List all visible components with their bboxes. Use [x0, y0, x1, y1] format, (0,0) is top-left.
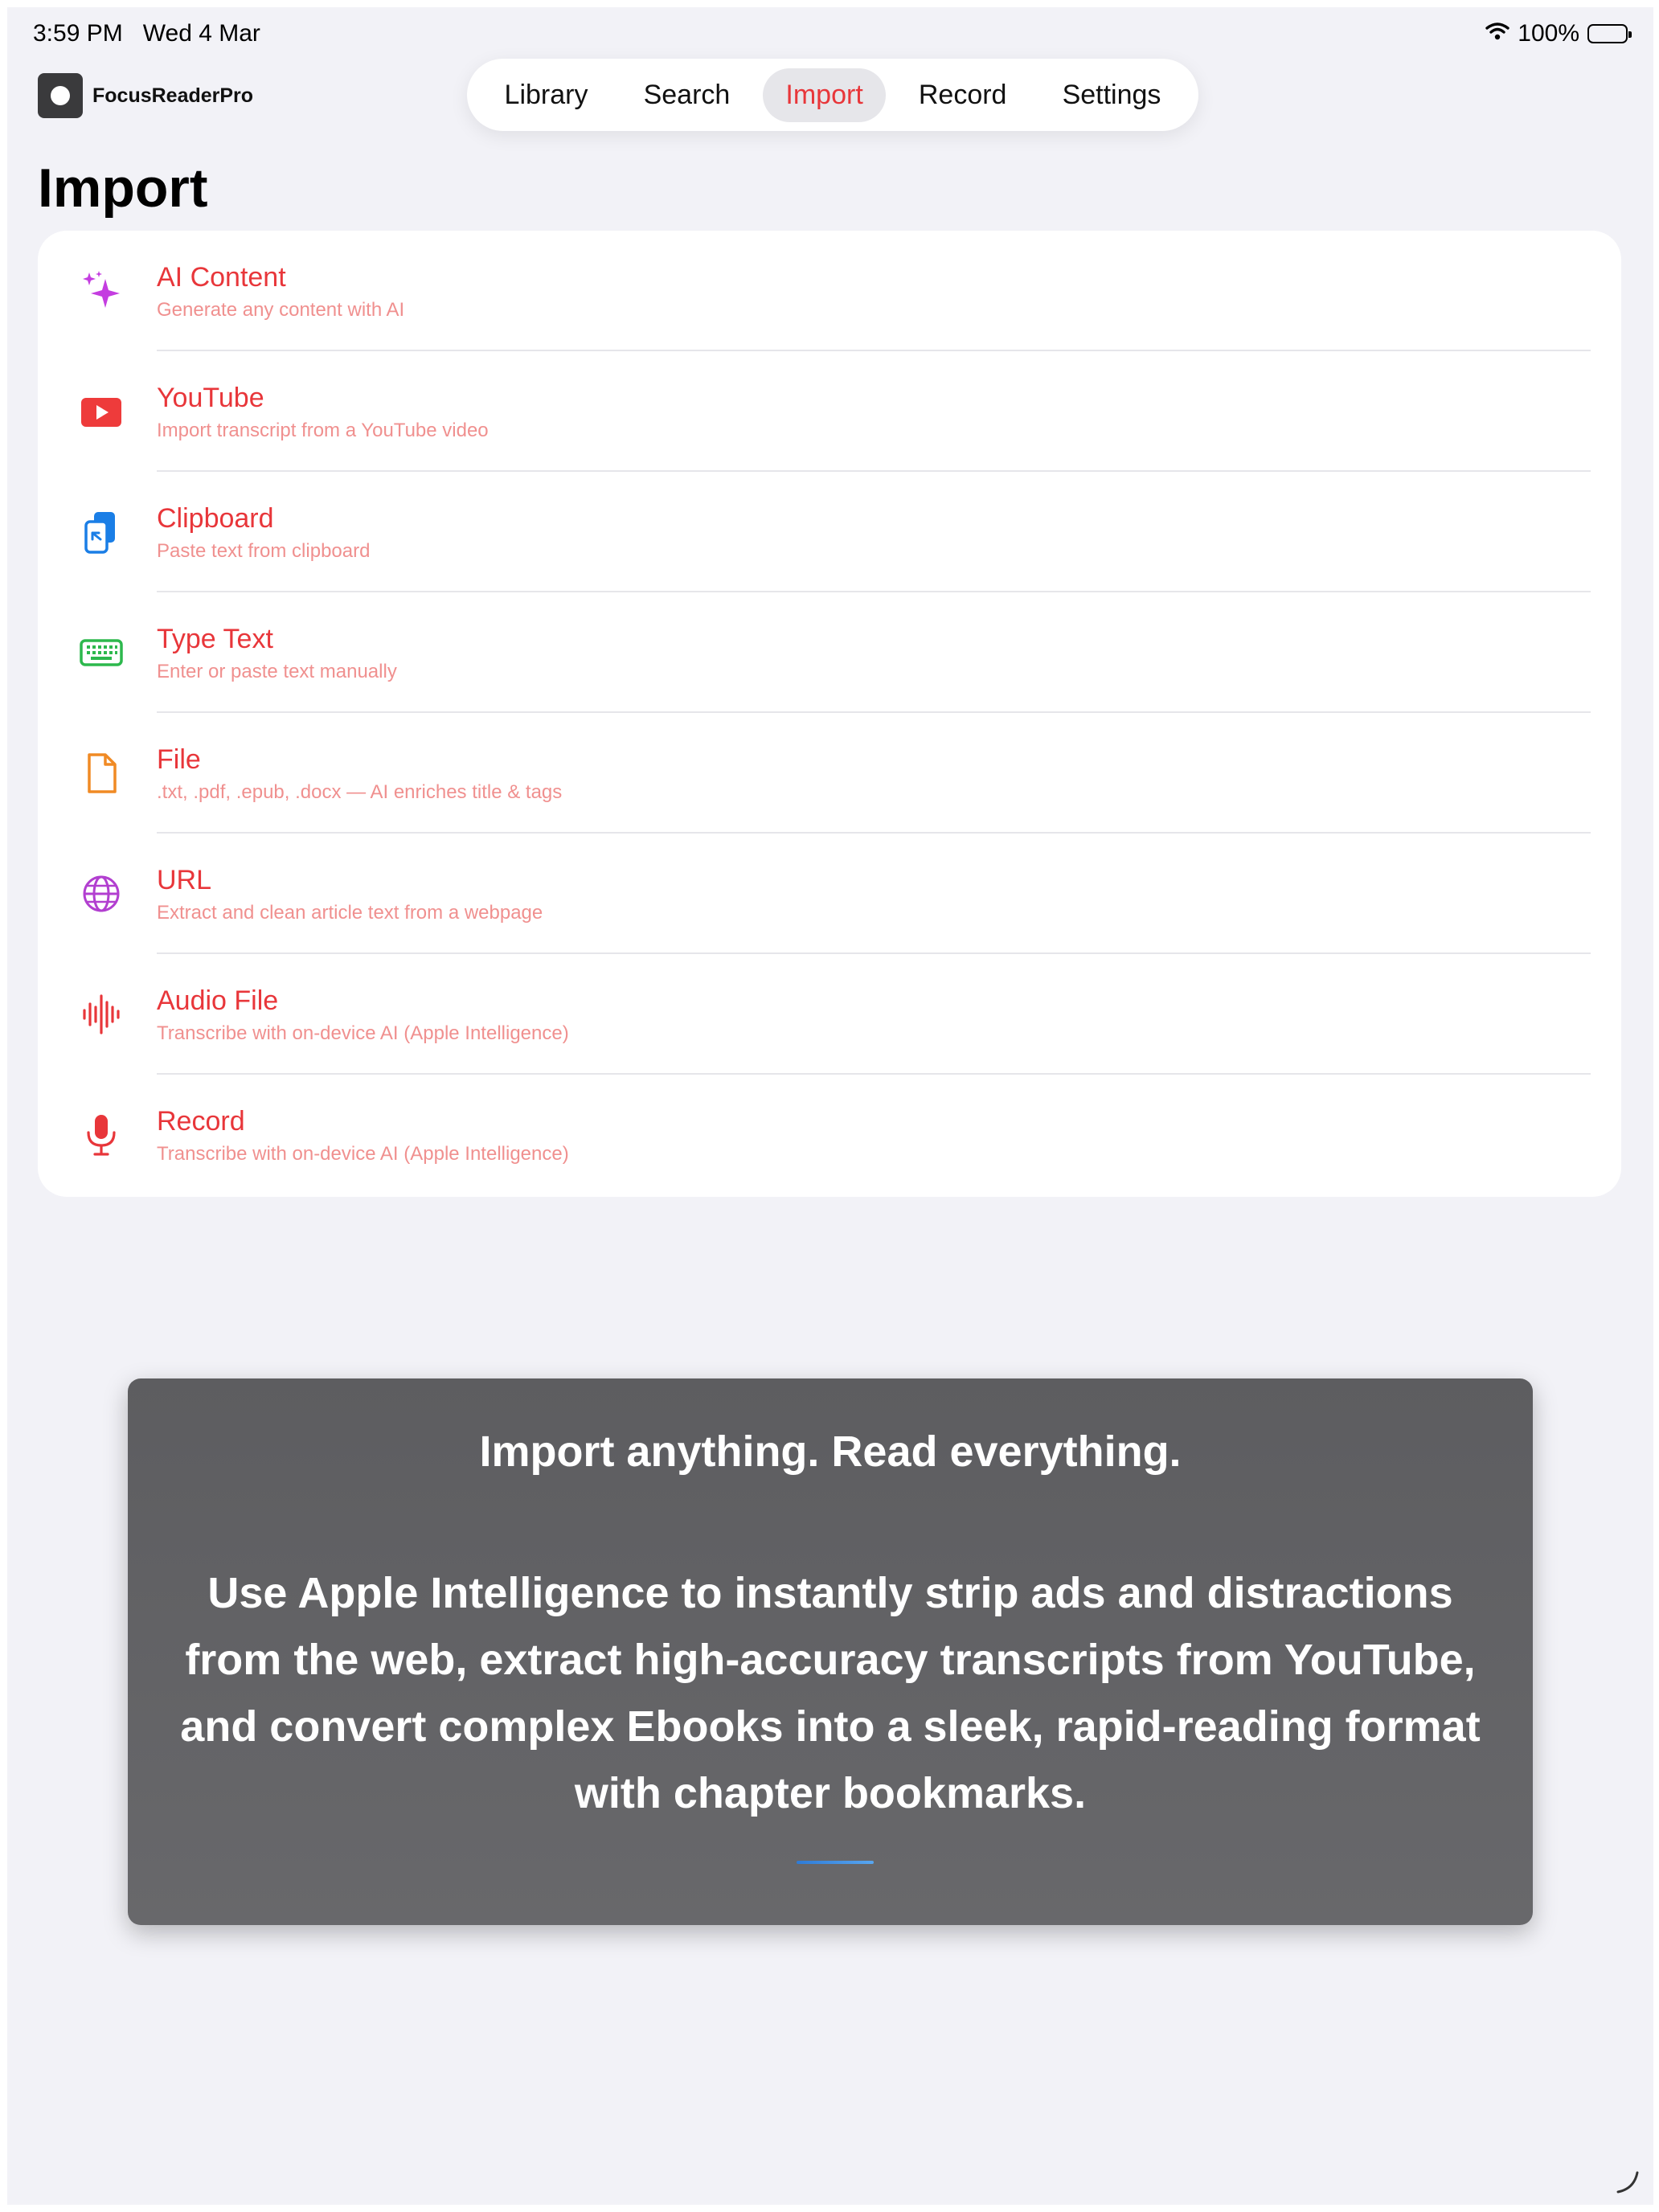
status-date: Wed 4 Mar: [142, 20, 260, 47]
status-indicators: 100%: [1485, 20, 1632, 47]
import-row-url[interactable]: URL Extract and clean article text from …: [38, 834, 1621, 954]
tab-library[interactable]: Library: [482, 68, 611, 122]
battery-percent: 100%: [1518, 20, 1579, 47]
import-row-audio-file[interactable]: Audio File Transcribe with on-device AI …: [38, 954, 1621, 1075]
row-subtitle: Generate any content with AI: [157, 299, 405, 321]
battery-icon: [1587, 24, 1632, 43]
import-row-file[interactable]: File .txt, .pdf, .epub, .docx — AI enric…: [38, 713, 1621, 834]
overlay-body: Use Apple Intelligence to instantly stri…: [180, 1569, 1481, 1817]
row-title: AI Content: [157, 262, 286, 293]
row-subtitle: Transcribe with on-device AI (Apple Inte…: [157, 1022, 569, 1044]
waveform-icon: [80, 993, 123, 1036]
import-row-record[interactable]: Record Transcribe with on-device AI (App…: [38, 1075, 1621, 1195]
youtube-icon: [80, 390, 123, 433]
import-row-clipboard[interactable]: Clipboard Paste text from clipboard: [38, 472, 1621, 592]
microphone-icon: [80, 1113, 123, 1157]
row-subtitle: Enter or paste text manually: [157, 661, 397, 682]
wifi-icon: [1485, 20, 1509, 47]
ipad-screen: 3:59 PM Wed 4 Mar 100% FocusReaderPro Li…: [7, 7, 1653, 2205]
row-title: Type Text: [157, 624, 273, 654]
import-options-list: AI Content Generate any content with AI …: [38, 231, 1621, 1197]
segmented-tab-bar: Library Search Import Record Settings: [467, 59, 1198, 131]
row-subtitle: Extract and clean article text from a we…: [157, 902, 543, 924]
tab-settings[interactable]: Settings: [1040, 68, 1184, 122]
import-row-ai-content[interactable]: AI Content Generate any content with AI: [38, 231, 1621, 351]
status-time: 3:59 PM: [33, 20, 123, 47]
file-icon: [80, 752, 123, 795]
row-title: Clipboard: [157, 503, 274, 534]
clipboard-icon: [80, 510, 123, 554]
row-subtitle: Paste text from clipboard: [157, 540, 371, 562]
overlay-progress-bar: [797, 1861, 874, 1864]
row-subtitle: Transcribe with on-device AI (Apple Inte…: [157, 1143, 569, 1165]
keyboard-icon: [80, 631, 123, 674]
row-title: Audio File: [157, 985, 279, 1016]
tab-search[interactable]: Search: [621, 68, 753, 122]
row-title: Record: [157, 1106, 245, 1137]
app-name: FocusReaderPro: [92, 84, 254, 107]
import-row-type-text[interactable]: Type Text Enter or paste text manually: [38, 592, 1621, 713]
row-title: File: [157, 744, 201, 775]
row-title: URL: [157, 865, 212, 895]
import-row-youtube[interactable]: YouTube Import transcript from a YouTube…: [38, 351, 1621, 472]
tab-import[interactable]: Import: [763, 68, 886, 122]
tab-record[interactable]: Record: [896, 68, 1030, 122]
row-title: YouTube: [157, 383, 264, 413]
page-title: Import: [38, 158, 208, 219]
status-time-date: 3:59 PM Wed 4 Mar: [33, 20, 260, 47]
window-resize-handle[interactable]: [1613, 2168, 1641, 2195]
row-subtitle: .txt, .pdf, .epub, .docx — AI enriches t…: [157, 781, 563, 803]
overlay-headline: Import anything. Read everything.: [479, 1428, 1182, 1476]
feature-overlay: Import anything. Read everything. Use Ap…: [128, 1378, 1533, 1925]
app-logo: FocusReaderPro: [38, 73, 253, 118]
globe-icon: [80, 872, 123, 916]
app-logo-icon: [38, 73, 83, 118]
row-subtitle: Import transcript from a YouTube video: [157, 420, 489, 441]
sparkles-icon: [80, 269, 123, 313]
